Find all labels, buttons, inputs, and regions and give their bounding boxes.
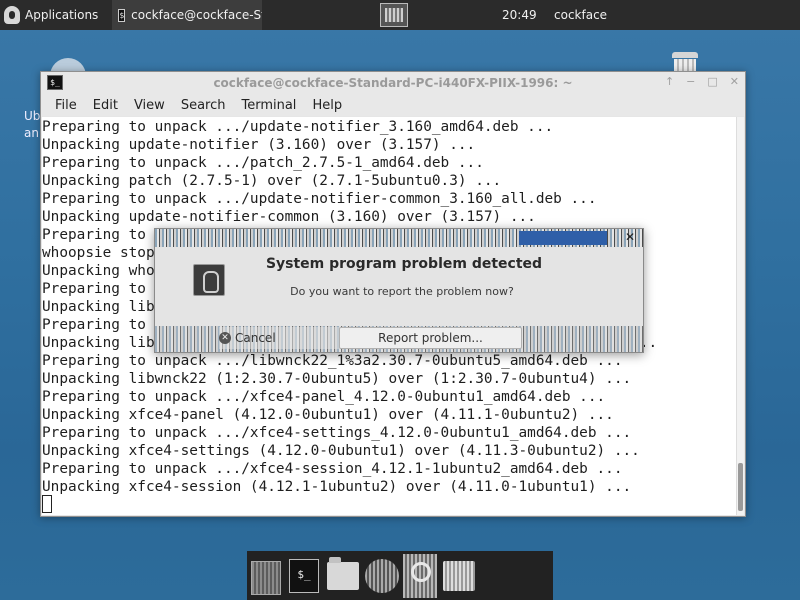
terminal-line: Unpacking patch (2.7.5-1) over (2.7.1-5u…: [42, 173, 502, 189]
terminal-titlebar[interactable]: $_ cockface@cockface-Standard-PC-i440FX-…: [41, 72, 745, 94]
window-title: cockface@cockface-Standard-PC-i440FX-PII…: [213, 76, 573, 90]
cancel-label: Cancel: [235, 331, 276, 345]
terminal-line: Preparing to unpack .../xfce4-session_4.…: [42, 461, 623, 477]
app-finder-icon[interactable]: [403, 553, 437, 598]
scrollbar-thumb[interactable]: [738, 463, 743, 511]
shade-button[interactable]: ↑: [665, 75, 674, 88]
dialog-button-row: ✕ Cancel Report problem...: [155, 326, 643, 352]
minimize-button[interactable]: −: [686, 75, 695, 88]
user-menu[interactable]: cockface: [554, 8, 607, 22]
menu-help[interactable]: Help: [306, 98, 348, 113]
taskbar-terminal-label: cockface@cockface-Sta...: [131, 8, 262, 22]
terminal-line: Preparing to unpack .../patch_2.7.5-1_am…: [42, 155, 484, 171]
menu-edit[interactable]: Edit: [87, 98, 124, 113]
maximize-button[interactable]: □: [707, 75, 717, 88]
terminal-icon: $: [118, 8, 126, 22]
web-browser-icon[interactable]: [365, 558, 399, 593]
workspace-switcher[interactable]: [380, 3, 408, 27]
terminal-line: Preparing to unpack .../xfce4-settings_4…: [42, 425, 632, 441]
xfce-mouse-icon: [4, 6, 20, 24]
problem-dialog: ✕ System program problem detected Do you…: [154, 228, 644, 353]
show-desktop-icon[interactable]: [251, 560, 281, 595]
terminal-line: Unpacking update-notifier (3.160) over (…: [42, 137, 476, 153]
scrollbar[interactable]: [736, 117, 744, 515]
dialog-question: Do you want to report the problem now?: [290, 285, 514, 298]
applications-label: Applications: [25, 8, 99, 22]
terminal-line: Unpacking xfce4-settings (4.12.0-0ubuntu…: [42, 443, 640, 459]
report-problem-button[interactable]: Report problem...: [339, 327, 522, 349]
cancel-button[interactable]: ✕ Cancel: [219, 327, 339, 349]
text-cursor: [42, 495, 52, 513]
close-button[interactable]: ✕: [730, 75, 739, 88]
terminal-line: Preparing to unpack .../xfce4-panel_4.12…: [42, 389, 606, 405]
terminal-line: Unpacking xfce4-panel (4.12.0-0ubuntu1) …: [42, 407, 614, 423]
dialog-titlebar[interactable]: ✕: [155, 229, 643, 247]
menu-view[interactable]: View: [128, 98, 171, 113]
applications-menu-button[interactable]: Applications: [0, 0, 104, 30]
menu-terminal[interactable]: Terminal: [235, 98, 302, 113]
dialog-close-icon[interactable]: ✕: [625, 230, 635, 244]
taskbar-terminal-button[interactable]: $ cockface@cockface-Sta...: [112, 0, 263, 30]
cancel-icon: ✕: [219, 332, 231, 344]
desktop-icon-label: Ub an: [24, 109, 41, 140]
dialog-heading: System program problem detected: [265, 256, 543, 272]
terminal-line: Unpacking libwnck22 (1:2.30.7-0ubuntu5) …: [42, 371, 632, 387]
terminal-line: Unpacking update-notifier-common (3.160)…: [42, 209, 536, 225]
terminal-line: Preparing to unpack .../update-notifier-…: [42, 191, 597, 207]
clock[interactable]: 20:49: [502, 8, 537, 22]
home-folder-icon[interactable]: [327, 556, 359, 590]
top-panel: Applications $ cockface@cockface-Sta... …: [0, 0, 800, 30]
terminal-launcher-icon[interactable]: $_: [289, 558, 319, 593]
bottom-dock: $_: [247, 551, 553, 600]
menubar: File Edit View Search Terminal Help: [41, 94, 745, 116]
terminal-line: Preparing to unpack .../update-notifier_…: [42, 119, 554, 135]
menu-search[interactable]: Search: [175, 98, 232, 113]
terminal-line: Preparing to unpack .../libwnck22_1%3a2.…: [42, 353, 623, 369]
terminal-line: Unpacking xfce4-session (4.12.1-1ubuntu2…: [42, 479, 632, 495]
menu-file[interactable]: File: [49, 98, 83, 113]
file-manager-icon[interactable]: [443, 560, 475, 591]
